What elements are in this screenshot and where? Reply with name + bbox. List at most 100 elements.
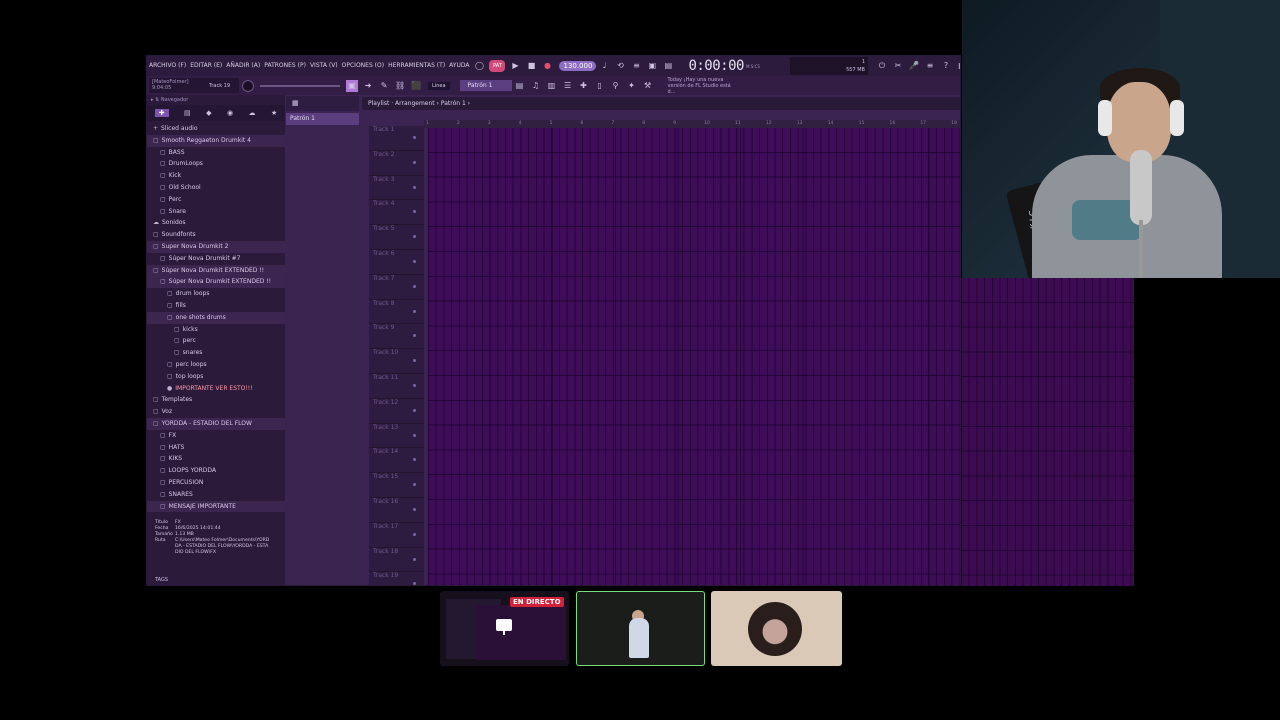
settings-icon[interactable]: ≡ <box>924 60 936 72</box>
link-icon[interactable]: ⛓ <box>394 80 406 92</box>
track-header[interactable]: Track 5 <box>369 225 424 250</box>
tags-label[interactable]: TAGS <box>155 577 168 583</box>
browser-tree-item[interactable]: ▢ fills <box>147 300 285 312</box>
track-header[interactable]: Track 6 <box>369 250 424 275</box>
track-mute-led[interactable] <box>413 582 416 585</box>
browser-tree-item[interactable]: ▢ DrumLoops <box>147 158 285 170</box>
menu-ayuda[interactable]: AYUDA <box>447 56 471 76</box>
browser-tree-item[interactable]: ▢ BASS <box>147 147 285 159</box>
microphone-icon[interactable]: 🎤 <box>908 60 920 72</box>
track-header[interactable]: Track 8 <box>369 300 424 325</box>
playlist-toggle-icon[interactable]: ▣ <box>346 79 359 92</box>
menu-anadir[interactable]: AÑADIR (A) <box>224 56 262 76</box>
track-header[interactable]: Track 9 <box>369 324 424 350</box>
pattern-song-toggle[interactable]: PAT <box>489 60 506 72</box>
cpu-icon[interactable]: ⏻ <box>876 60 888 72</box>
browser-tree-item[interactable]: ▢ KIKS <box>147 453 285 465</box>
track-mute-led[interactable] <box>413 210 416 214</box>
lamp-icon[interactable]: ⚲ <box>610 80 622 92</box>
track-mute-led[interactable] <box>413 160 416 164</box>
menu-vista[interactable]: VISTA (V) <box>308 56 340 76</box>
browser-tree-item[interactable]: ● IMPORTANTE VER ESTO!!! <box>147 383 285 395</box>
brush-icon[interactable]: ✎ <box>378 80 390 92</box>
step-edit-icon[interactable]: ≡ <box>630 60 642 72</box>
track-mute-led[interactable] <box>413 557 416 561</box>
channel-rack-icon[interactable]: ☰ <box>562 80 574 92</box>
browser-tree-item[interactable]: ▢ PERCUSION <box>147 477 285 489</box>
browser-tree-item[interactable]: ▢ HATS <box>147 442 285 454</box>
browser-tree-item[interactable]: ▢ Kick <box>147 170 285 182</box>
stop-icon[interactable]: ■ <box>525 60 537 72</box>
track-mute-led[interactable] <box>413 259 416 263</box>
browser-tree-item[interactable]: ▢ perc loops <box>147 359 285 371</box>
tab-plugin-db-icon[interactable]: ◉ <box>227 109 233 117</box>
tab-project-icon[interactable]: ▤ <box>184 109 191 117</box>
browser-tree-item[interactable]: ▢ FX <box>147 430 285 442</box>
track-header[interactable]: Track 2 <box>369 151 424 176</box>
record-mode-icon[interactable]: ◯ <box>473 60 485 72</box>
browser-tree-item[interactable]: ▢ kicks <box>147 324 285 336</box>
news-panel[interactable]: Today ¡Hay una nueva versión de FL Studi… <box>668 77 738 95</box>
track-header[interactable]: Track 7 <box>369 275 424 300</box>
wait-icon[interactable]: ▣ <box>646 60 658 72</box>
track-mute-led[interactable] <box>413 309 416 313</box>
track-header[interactable]: Track 17 <box>369 523 424 548</box>
browser-tree-item[interactable]: ☁ Sonidos <box>147 217 285 229</box>
browser-tree-item[interactable]: ▢ Perc <box>147 194 285 206</box>
browser-arrow-icon[interactable]: ▸ ⇅ <box>151 97 161 103</box>
browser-tree-item[interactable]: ▢ Súper Nova Drumkit EXTENDED !! <box>147 264 285 277</box>
track-mute-led[interactable] <box>413 433 416 437</box>
track-mute-led[interactable] <box>413 408 416 412</box>
track-header[interactable]: Track 14 <box>369 448 424 474</box>
metronome-icon[interactable]: ♩ <box>598 60 610 72</box>
track-mute-led[interactable] <box>413 185 416 189</box>
browser-tree-item[interactable]: ▢ perc <box>147 335 285 347</box>
stamp-icon[interactable]: ⬛ <box>410 80 422 92</box>
track-mute-led[interactable] <box>413 334 416 338</box>
play-icon[interactable]: ▶ <box>509 60 521 72</box>
plugin-icon[interactable]: ✚ <box>578 80 590 92</box>
pattern-selector[interactable]: Patrón 1 <box>459 80 512 91</box>
menu-archivo[interactable]: ARCHIVO (F) <box>147 56 188 76</box>
browser-tree-item[interactable]: ▢ MENSAJE IMPORTANTE <box>147 500 285 513</box>
timeline-ruler[interactable]: 1 2 3 4 5 6 7 8 9 10 11 12 13 14 15 16 17 18 <box>424 120 960 128</box>
menu-patrones[interactable]: PATRONES (P) <box>262 56 308 76</box>
snap-selector[interactable]: Línea <box>428 81 450 90</box>
track-mute-led[interactable] <box>413 458 416 462</box>
save-icon[interactable]: ▦ <box>956 60 960 72</box>
browser-icon[interactable]: ▯ <box>594 80 606 92</box>
track-mute-led[interactable] <box>413 483 416 487</box>
track-header[interactable]: Track 3 <box>369 176 424 201</box>
track-header[interactable]: Track 10 <box>369 349 424 374</box>
track-header[interactable]: Track 16 <box>369 498 424 523</box>
browser-tree-item[interactable]: + Sliced audio <box>147 123 285 135</box>
arrow-icon[interactable]: ➜ <box>362 80 374 92</box>
track-mute-led[interactable] <box>413 383 416 387</box>
browser-tree-item[interactable]: ▢ SNARES <box>147 489 285 501</box>
menu-opciones[interactable]: OPCIONES (O) <box>340 56 386 76</box>
record-icon[interactable]: ● <box>541 60 553 72</box>
browser-tree-item[interactable]: ▢ Templates <box>147 394 285 406</box>
browser-tree-item[interactable]: ▢ Súper Nova Drumkit EXTENDED !! <box>147 276 285 289</box>
track-header[interactable]: Track 12 <box>369 399 424 424</box>
track-header[interactable]: Track 19 <box>369 572 424 585</box>
track-mute-led[interactable] <box>413 235 416 239</box>
help-icon[interactable]: ? <box>940 60 952 72</box>
track-mute-led[interactable] <box>413 532 416 536</box>
screen-share-tile[interactable]: EN DIRECTO <box>440 591 569 666</box>
browser-tree-item[interactable]: ▢ LOOPS YORDDA <box>147 465 285 477</box>
browser-tree-item[interactable]: ▢ Smooth Reggaeton Drumkit 4 <box>147 134 285 147</box>
playlist-icon[interactable]: ▤ <box>514 80 526 92</box>
menu-herramientas[interactable]: HERRAMIENTAS (T) <box>386 56 447 76</box>
wrench-icon[interactable]: ⚒ <box>642 80 654 92</box>
browser-tree-item[interactable]: ▢ top loops <box>147 371 285 383</box>
playlist-grid[interactable] <box>428 128 960 585</box>
browser-tree-item[interactable]: ▢ drum loops <box>147 288 285 300</box>
browser-tree-item[interactable]: ▢ Voz <box>147 406 285 418</box>
browser-tree-item[interactable]: ▢ Super Nova Drumkit 2 <box>147 240 285 253</box>
tab-cloud-icon[interactable]: ☁ <box>249 109 256 117</box>
guest-tile[interactable] <box>711 591 842 666</box>
browser-tree-item[interactable]: ▢ Old School <box>147 182 285 194</box>
snap-cut-icon[interactable]: ✂ <box>892 60 904 72</box>
track-header[interactable]: Track 1 <box>369 126 424 151</box>
